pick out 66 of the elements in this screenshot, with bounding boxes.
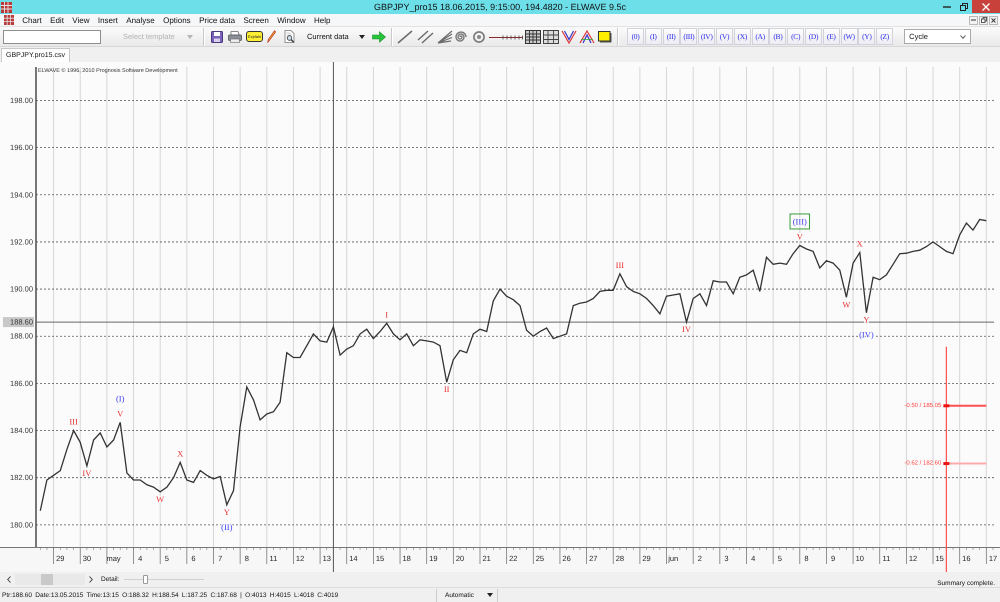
- restore-button[interactable]: [979, 16, 988, 24]
- wave-label: X: [856, 238, 863, 249]
- chevron-right-icon: [89, 576, 93, 583]
- menu-item[interactable]: View: [68, 14, 94, 26]
- triangle-lines-icon[interactable]: [579, 30, 595, 44]
- v-lines-icon[interactable]: [561, 30, 577, 44]
- wave-label: I: [385, 309, 388, 320]
- wave-label: II: [444, 384, 450, 394]
- wave-label: W: [842, 299, 850, 310]
- printer-icon[interactable]: [228, 30, 242, 42]
- close-icon: [991, 18, 996, 22]
- caret-icon: [960, 34, 966, 38]
- grid-icon[interactable]: [525, 30, 541, 44]
- line-icon[interactable]: [397, 30, 413, 44]
- caret-icon: [187, 34, 193, 38]
- wave-label: (III): [792, 216, 807, 226]
- circles-icon[interactable]: [473, 30, 485, 42]
- menu-item[interactable]: Help: [310, 14, 335, 26]
- input-field[interactable]: [3, 30, 101, 44]
- document-magnifier-icon[interactable]: [284, 30, 295, 43]
- window-title: GBPJPY_pro15 18.06.2015, 9:15:00, 194.4820 - ELWAVE 9.5c: [374, 2, 626, 12]
- spiral-icon[interactable]: [455, 30, 467, 42]
- minimize-icon: [971, 19, 976, 21]
- fan-lines-icon[interactable]: [437, 30, 453, 44]
- minimize-icon: [942, 6, 950, 8]
- restore-icon: [980, 17, 986, 23]
- close-icon: [982, 2, 990, 10]
- wave-label: III: [69, 416, 78, 427]
- caret-icon: [487, 593, 493, 597]
- wave-label: Y: [863, 314, 870, 325]
- parallel-lines-icon[interactable]: [417, 30, 434, 44]
- grid-icon[interactable]: [543, 30, 559, 44]
- save-icon[interactable]: [211, 30, 223, 42]
- wave-label: W: [156, 494, 164, 504]
- menu-item[interactable]: Window: [273, 14, 310, 26]
- menu-item[interactable]: Screen: [239, 14, 274, 26]
- wave-label: (II): [221, 522, 232, 532]
- scrollbar-thumb[interactable]: [41, 574, 53, 585]
- target-tick-icon: [943, 404, 950, 408]
- square-icon[interactable]: [598, 30, 612, 42]
- chevron-left-icon: [7, 576, 11, 583]
- menu-item[interactable]: Chart: [18, 14, 46, 26]
- minimize-button[interactable]: [969, 16, 978, 24]
- app-icon: [1, 2, 12, 12]
- target-tick-icon: [943, 462, 950, 466]
- caret-icon: [359, 34, 365, 38]
- menu-item[interactable]: Analyse: [122, 14, 159, 26]
- pencil-icon[interactable]: [267, 30, 276, 43]
- wave-label: III: [616, 260, 624, 270]
- menu-item[interactable]: Options: [158, 14, 195, 26]
- close-button[interactable]: [989, 16, 998, 24]
- menu-item[interactable]: Price data: [194, 14, 240, 26]
- wave-label: IV: [682, 324, 692, 334]
- wave-label: V: [796, 231, 803, 242]
- slider-thumb[interactable]: [143, 575, 148, 584]
- restore-icon: [960, 2, 968, 10]
- arrow-right-icon[interactable]: [372, 30, 386, 42]
- wave-label: Y: [224, 506, 230, 517]
- menu-item[interactable]: Insert: [94, 14, 122, 26]
- menu-item[interactable]: Edit: [46, 14, 68, 26]
- wave-label: X: [177, 448, 184, 458]
- wave-label: V: [117, 408, 124, 418]
- wave-label: IV: [82, 468, 92, 478]
- wave-label: (I): [116, 393, 124, 404]
- wave-label: (IV): [859, 330, 874, 340]
- ruler-icon[interactable]: [489, 34, 523, 40]
